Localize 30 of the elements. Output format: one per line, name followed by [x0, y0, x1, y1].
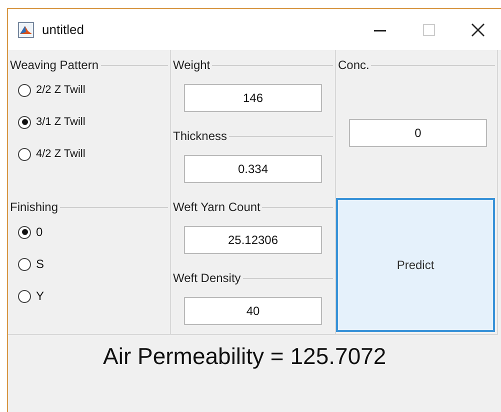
radio-label: 3/1 Z Twill — [36, 116, 86, 128]
maximize-icon — [423, 24, 435, 36]
group-label: Weft Density — [172, 271, 242, 285]
group-label: Weaving Pattern — [9, 58, 100, 72]
radio-button[interactable] — [18, 116, 31, 128]
radio-button[interactable] — [18, 84, 31, 96]
result-text: Air Permeability = 125.7072 — [102, 342, 388, 370]
input-field[interactable]: 146 — [184, 84, 322, 112]
window-title: untitled — [42, 22, 84, 37]
input-field[interactable]: 25.12306 — [184, 226, 322, 254]
group-label: Finishing — [9, 200, 60, 214]
radio-label: 0 — [36, 225, 43, 239]
radio-label: Y — [36, 289, 44, 303]
input-field[interactable]: 0 — [349, 118, 487, 147]
input-field[interactable]: 40 — [184, 296, 322, 324]
predict-button[interactable]: Predict — [336, 198, 495, 332]
radio-label: 2/2 Z Twill — [36, 84, 86, 96]
group-label: Thickness — [172, 129, 228, 143]
close-icon[interactable] — [471, 22, 485, 36]
radio-label: 4/2 Z Twill — [36, 148, 86, 160]
group-label: Weft Yarn Count — [172, 200, 262, 214]
input-field[interactable]: 0.334 — [184, 154, 322, 182]
group-label: Conc. — [337, 58, 370, 72]
group-label: Weight — [172, 58, 212, 72]
radio-button[interactable] — [18, 148, 31, 160]
radio-label: S — [36, 257, 44, 271]
radio-button[interactable] — [18, 290, 31, 302]
app-icon — [18, 22, 34, 38]
radio-button[interactable] — [18, 226, 31, 238]
radio-button[interactable] — [18, 258, 31, 270]
